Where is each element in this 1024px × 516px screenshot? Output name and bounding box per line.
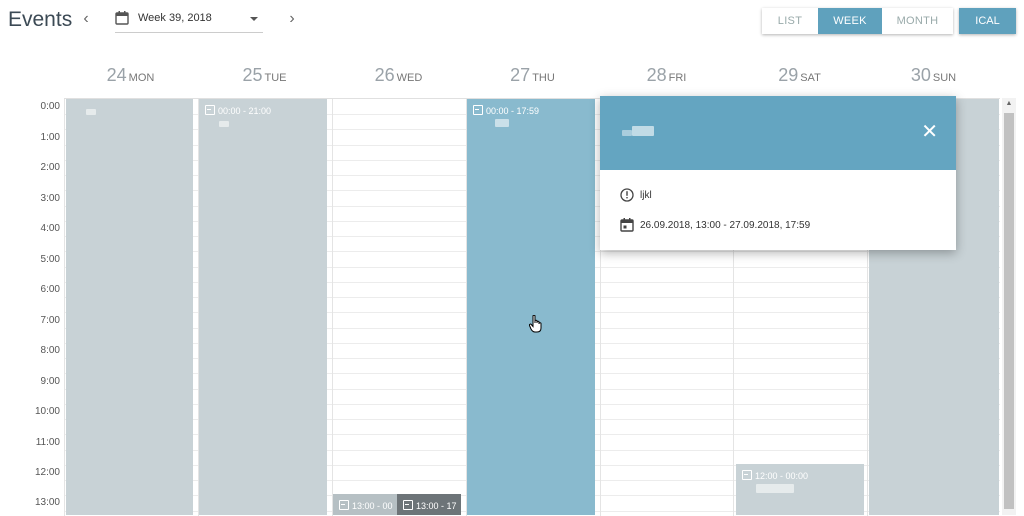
view-switcher: LIST WEEK MONTH (762, 8, 953, 34)
hour-label: 9:00 (40, 376, 60, 387)
event-wed-a[interactable]: 13:00 - 00 (333, 494, 397, 515)
scroll-up-icon[interactable]: ▲ (1002, 98, 1016, 110)
close-icon[interactable]: ✕ (921, 122, 938, 142)
caret-down-icon (250, 17, 258, 21)
hour-label: 4:00 (40, 223, 60, 234)
event-time: 00:00 - 21:00 (218, 106, 272, 116)
event-wed-b[interactable]: 13:00 - 17 (397, 494, 461, 515)
ical-button[interactable]: ICAL (959, 8, 1016, 34)
event-tue[interactable]: 00:00 - 21:00 (199, 99, 327, 515)
hour-label: 2:00 (40, 162, 60, 173)
popup-description: ljkl (640, 190, 652, 201)
view-week-button[interactable]: WEEK (818, 8, 882, 34)
chevron-right-icon[interactable]: › (285, 10, 299, 28)
day-header-sat: 29 SAT (778, 65, 821, 85)
view-list-button[interactable]: LIST (762, 8, 818, 34)
event-popup: ✕ ljkl 26.09.2018, 13:00 - 27.09.2018, 1… (600, 96, 956, 250)
hour-label: 5:00 (40, 254, 60, 265)
event-time: 13:00 - 17 (416, 501, 457, 511)
day-header-mon: 24 MON (106, 65, 155, 85)
hour-label: 0:00 (40, 101, 60, 112)
event-time: 13:00 - 00 (352, 501, 393, 511)
hour-label: 1:00 (40, 132, 60, 143)
event-icon (473, 105, 483, 115)
calendar-icon (115, 11, 129, 25)
day-header-sun: 30 SUN (910, 65, 957, 85)
hour-label: 12:00 (34, 467, 60, 478)
chevron-left-icon[interactable]: ‹ (79, 10, 93, 28)
week-label: Week 39, 2018 (138, 12, 212, 24)
day-header-wed: 26 WED (374, 65, 423, 85)
hand-cursor-icon (529, 315, 542, 333)
hour-label: 11:00 (35, 437, 60, 448)
hour-label: 3:00 (40, 193, 60, 204)
hour-label: 7:00 (40, 315, 60, 326)
popup-header: ✕ (600, 96, 956, 170)
event-time: 12:00 - 00:00 (755, 471, 809, 481)
hour-label: 8:00 (40, 345, 60, 356)
event-icon (205, 105, 215, 115)
event-thu[interactable]: 00:00 - 17:59 (467, 99, 595, 515)
event-mon[interactable] (66, 99, 193, 515)
event-icon (339, 500, 349, 510)
event-sat[interactable]: 12:00 - 00:00 (736, 464, 864, 515)
popup-date-range: 26.09.2018, 13:00 - 27.09.2018, 17:59 (640, 220, 811, 231)
info-icon (620, 188, 634, 202)
view-month-button[interactable]: MONTH (882, 8, 953, 34)
day-header-fri: 28 FRI (646, 65, 687, 85)
scrollbar-thumb[interactable] (1004, 113, 1014, 509)
event-icon (403, 500, 413, 510)
event-icon (742, 470, 752, 480)
hour-label: 10:00 (34, 406, 60, 417)
week-picker[interactable]: Week 39, 2018 (115, 10, 263, 33)
day-header-tue: 25 TUE (242, 65, 287, 85)
calendar-icon (620, 218, 634, 232)
day-header-thu: 27 THU (510, 65, 555, 85)
hour-label: 6:00 (40, 284, 60, 295)
event-time: 00:00 - 17:59 (486, 106, 540, 116)
page-title: Events (8, 8, 73, 31)
hour-label: 13:00 (34, 497, 60, 508)
